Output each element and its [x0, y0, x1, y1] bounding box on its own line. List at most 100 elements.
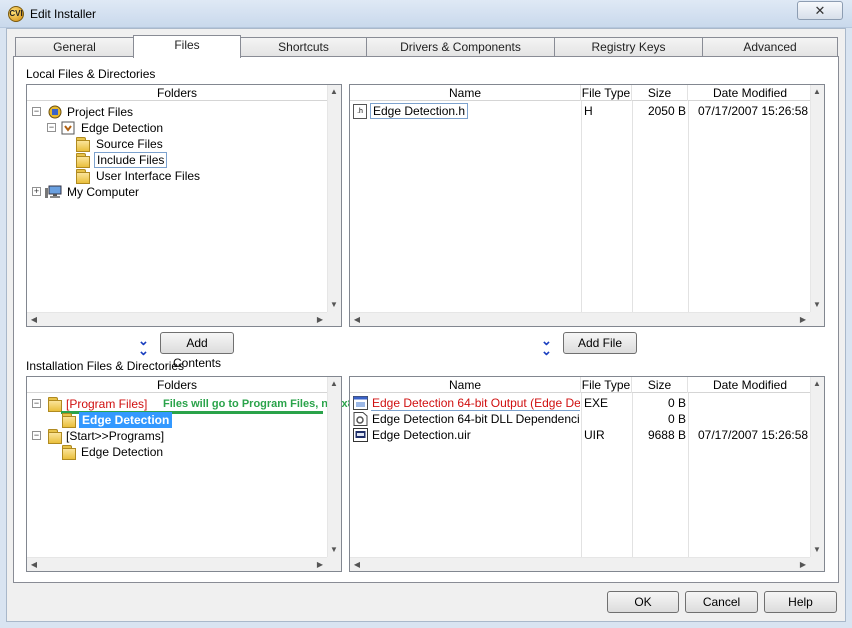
- column-divider: [632, 101, 633, 312]
- scroll-down-icon[interactable]: ▼: [328, 544, 340, 556]
- program-files-label: [Program Files]: [66, 397, 148, 411]
- install-files-list[interactable]: Name File Type Size Date Modified Edge D…: [349, 376, 825, 572]
- date-modified-column-header[interactable]: Date Modified: [688, 85, 812, 101]
- folder-icon: [75, 169, 90, 184]
- add-file-button[interactable]: Add File: [563, 332, 637, 354]
- scroll-up-icon[interactable]: ▲: [811, 378, 823, 390]
- file-row[interactable]: Edge Detection 64-bit DLL Dependencies 0…: [350, 411, 812, 427]
- scroll-right-icon[interactable]: ▶: [314, 314, 326, 326]
- scroll-left-icon[interactable]: ◀: [351, 314, 363, 326]
- file-type: H: [584, 104, 593, 118]
- scroll-up-icon[interactable]: ▲: [328, 86, 340, 98]
- add-contents-button[interactable]: Add Contents: [160, 332, 234, 370]
- folders-column-header[interactable]: Folders: [27, 85, 327, 101]
- scroll-corner: [810, 312, 824, 326]
- file-name: Edge Detection.h: [370, 103, 469, 119]
- size-column-header[interactable]: Size: [632, 85, 688, 101]
- local-files-list[interactable]: Name File Type Size Date Modified .h Edg…: [349, 84, 825, 327]
- file-size: 2050 B: [647, 104, 686, 118]
- vertical-scrollbar[interactable]: ▲ ▼: [327, 85, 341, 312]
- vertical-scrollbar[interactable]: ▲ ▼: [810, 85, 824, 312]
- collapse-icon[interactable]: −: [47, 123, 56, 132]
- horizontal-scrollbar[interactable]: ◀ ▶: [27, 557, 327, 571]
- scroll-down-icon[interactable]: ▼: [811, 544, 823, 556]
- folder-icon: [75, 137, 90, 152]
- help-button[interactable]: Help: [764, 591, 837, 613]
- scroll-up-icon[interactable]: ▲: [328, 378, 340, 390]
- install-section-label: Installation Files & Directories: [26, 359, 185, 373]
- tree-label: Edge Detection: [81, 445, 164, 459]
- expand-icon[interactable]: +: [32, 187, 41, 196]
- project-icon: [47, 105, 63, 119]
- tab-drivers-components[interactable]: Drivers & Components: [366, 37, 555, 57]
- tree-label: Project Files: [67, 105, 134, 119]
- horizontal-scrollbar[interactable]: ◀ ▶: [350, 312, 810, 326]
- file-type: EXE: [584, 396, 609, 410]
- scroll-right-icon[interactable]: ▶: [797, 314, 809, 326]
- file-row[interactable]: Edge Detection.uir UIR 9688 B 07/17/2007…: [350, 427, 812, 443]
- name-column-header[interactable]: Name: [350, 377, 581, 393]
- tab-advanced[interactable]: Advanced: [702, 37, 838, 57]
- horizontal-scrollbar[interactable]: ◀ ▶: [350, 557, 810, 571]
- file-size: 9688 B: [647, 428, 686, 442]
- exe-icon: [353, 396, 368, 410]
- tree-label: [Start>>Programs]: [66, 429, 165, 443]
- scroll-corner: [327, 557, 341, 571]
- app-icon: CVI: [8, 6, 24, 22]
- scroll-down-icon[interactable]: ▼: [328, 299, 340, 311]
- ok-button[interactable]: OK: [607, 591, 679, 613]
- file-date: 07/17/2007 15:26:58: [698, 104, 809, 118]
- vertical-scrollbar[interactable]: ▲ ▼: [810, 377, 824, 557]
- folders-column-header[interactable]: Folders: [27, 377, 327, 393]
- window-title: Edit Installer: [30, 7, 97, 21]
- file-name: Edge Detection.uir: [372, 428, 471, 442]
- tab-registry-keys[interactable]: Registry Keys: [554, 37, 703, 57]
- collapse-icon[interactable]: −: [32, 107, 41, 116]
- file-type-column-header[interactable]: File Type: [581, 377, 632, 393]
- cancel-button[interactable]: Cancel: [685, 591, 758, 613]
- install-folders-tree[interactable]: Folders − [Program Files] Files will go …: [26, 376, 360, 572]
- scroll-left-icon[interactable]: ◀: [28, 314, 40, 326]
- scroll-right-icon[interactable]: ▶: [314, 559, 326, 571]
- file-name: Edge Detection 64-bit DLL Dependencies: [372, 412, 580, 426]
- tab-general[interactable]: General: [15, 37, 134, 57]
- date-modified-column-header[interactable]: Date Modified: [688, 377, 812, 393]
- scroll-right-icon[interactable]: ▶: [797, 559, 809, 571]
- file-name: Edge Detection 64-bit Output (Edge Detec…: [372, 396, 580, 410]
- vertical-scrollbar[interactable]: ▲ ▼: [327, 377, 341, 557]
- dll-icon: [353, 412, 368, 426]
- folder-icon: [47, 397, 62, 412]
- scroll-left-icon[interactable]: ◀: [28, 559, 40, 571]
- install-files-header-row: Name File Type Size Date Modified: [350, 377, 810, 393]
- tree-label-selected: Edge Detection: [79, 412, 173, 428]
- project-file-icon: [61, 121, 75, 135]
- scroll-up-icon[interactable]: ▲: [811, 86, 823, 98]
- tree-label: Edge Detection: [81, 121, 164, 135]
- local-section-label: Local Files & Directories: [26, 67, 156, 81]
- folder-icon: [61, 413, 76, 428]
- file-type-column-header[interactable]: File Type: [581, 85, 632, 101]
- double-chevron-down-icon: ⌄ ⌄: [138, 333, 149, 358]
- tree-label: Source Files: [96, 137, 163, 151]
- h-file-icon: .h: [353, 104, 367, 119]
- scroll-left-icon[interactable]: ◀: [351, 559, 363, 571]
- size-column-header[interactable]: Size: [632, 377, 688, 393]
- scroll-down-icon[interactable]: ▼: [811, 299, 823, 311]
- collapse-icon[interactable]: −: [32, 399, 41, 408]
- file-row[interactable]: .h Edge Detection.h H 2050 B 07/17/2007 …: [350, 103, 812, 119]
- file-row[interactable]: Edge Detection 64-bit Output (Edge Detec…: [350, 395, 812, 411]
- tab-shortcuts[interactable]: Shortcuts: [240, 37, 367, 57]
- scroll-corner: [810, 557, 824, 571]
- local-files-header-row: Name File Type Size Date Modified: [350, 85, 810, 101]
- file-size: 0 B: [667, 412, 686, 426]
- collapse-icon[interactable]: −: [32, 431, 41, 440]
- local-folders-tree[interactable]: Folders − Project Files − Edge Detection…: [26, 84, 342, 327]
- file-type: UIR: [584, 428, 605, 442]
- close-button[interactable]: ✕: [797, 1, 843, 20]
- column-divider: [581, 101, 582, 312]
- name-column-header[interactable]: Name: [350, 85, 581, 101]
- tree-label: My Computer: [67, 185, 140, 199]
- tab-files[interactable]: Files: [133, 35, 241, 58]
- scroll-corner: [327, 312, 341, 326]
- horizontal-scrollbar[interactable]: ◀ ▶: [27, 312, 327, 326]
